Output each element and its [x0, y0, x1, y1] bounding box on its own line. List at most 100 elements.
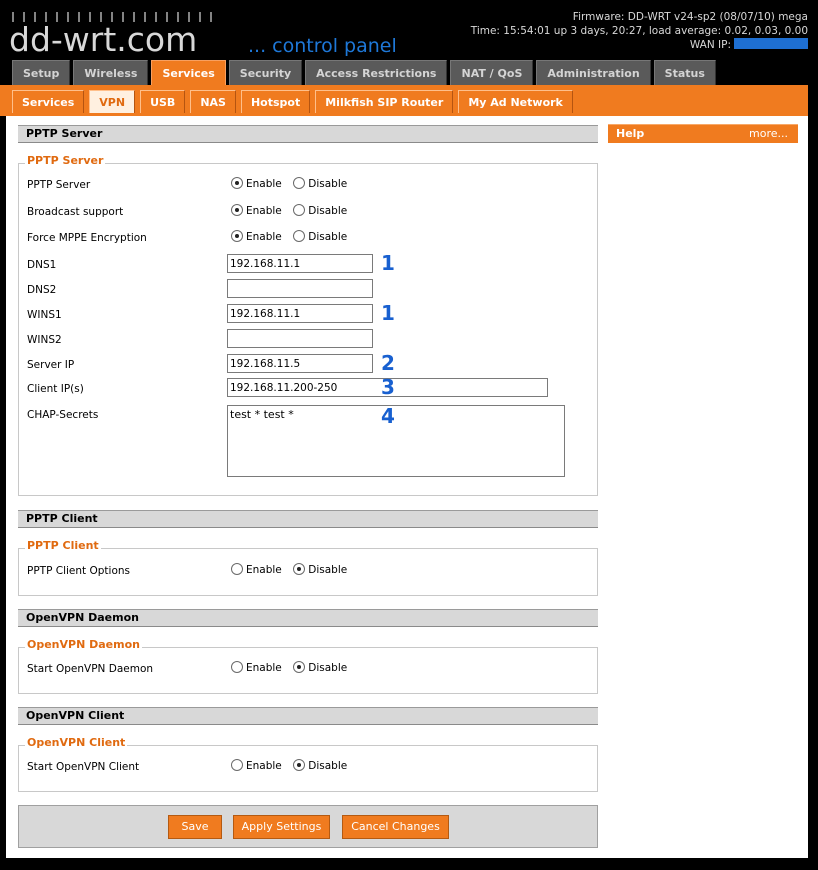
- pptp-server-legend: PPTP Server: [25, 154, 106, 168]
- openvpn-daemon-header: OpenVPN Daemon: [18, 609, 598, 627]
- openvpn-client-label: Start OpenVPN Client: [27, 761, 140, 773]
- openvpn-daemon-fieldset: OpenVPN Daemon Start OpenVPN Daemon Enab…: [18, 638, 598, 694]
- chap-secrets-textarea[interactable]: test * test *: [227, 405, 565, 477]
- help-more-link[interactable]: more...: [749, 125, 788, 142]
- broadcast-support-label: Broadcast support: [27, 206, 124, 218]
- tab-status[interactable]: Status: [653, 60, 716, 85]
- client-ips-label: Client IP(s): [27, 383, 84, 395]
- annotation-1b: 1: [381, 301, 395, 325]
- wins2-label: WINS2: [27, 334, 62, 346]
- broadcast-enable-radio[interactable]: [231, 204, 243, 216]
- disable-label: Disable: [308, 662, 348, 674]
- pptp-client-options-label: PPTP Client Options: [27, 565, 130, 577]
- wins2-input[interactable]: [227, 329, 373, 348]
- openvpn-daemon-disable-radio[interactable]: [293, 661, 306, 673]
- help-title: Help: [616, 127, 645, 140]
- disable-label: Disable: [308, 231, 348, 243]
- annotation-3: 3: [381, 375, 395, 399]
- mppe-enable-radio[interactable]: [231, 230, 243, 242]
- annotation-4: 4: [381, 404, 395, 428]
- subtab-usb[interactable]: USB: [140, 90, 186, 113]
- wan-ip-value: [734, 38, 808, 49]
- pptp-client-header: PPTP Client: [18, 510, 598, 528]
- enable-label: Enable: [246, 662, 282, 674]
- pptp-server-row: PPTP Server Enable Disable: [27, 177, 587, 195]
- header: dd-wrt.com ... control panel Firmware: D…: [0, 0, 818, 62]
- disable-label: Disable: [308, 205, 348, 217]
- subtab-nas[interactable]: NAS: [190, 90, 236, 113]
- button-bar: Save Apply Settings Cancel Changes: [18, 805, 598, 848]
- pptp-client-legend: PPTP Client: [25, 539, 101, 553]
- logo: dd-wrt.com: [9, 20, 198, 59]
- router-info: Firmware: DD-WRT v24-sp2 (08/07/10) mega…: [471, 11, 808, 53]
- pptp-server-disable-radio[interactable]: [293, 177, 306, 189]
- tab-services[interactable]: Services: [151, 60, 226, 88]
- subtab-services[interactable]: Services: [12, 90, 85, 113]
- enable-label: Enable: [246, 205, 282, 217]
- openvpn-client-fieldset: OpenVPN Client Start OpenVPN Client Enab…: [18, 736, 598, 792]
- pptp-client-options-row: PPTP Client Options Enable Disable: [27, 563, 587, 581]
- openvpn-daemon-row: Start OpenVPN Daemon Enable Disable: [27, 661, 587, 679]
- openvpn-daemon-enable-radio[interactable]: [231, 661, 243, 673]
- server-ip-label: Server IP: [27, 359, 75, 371]
- mppe-disable-radio[interactable]: [293, 230, 306, 242]
- cancel-changes-button[interactable]: Cancel Changes: [342, 815, 449, 839]
- main-tabs: Setup Wireless Services Security Access …: [12, 60, 716, 88]
- dns2-label: DNS2: [27, 284, 57, 296]
- broadcast-disable-radio[interactable]: [293, 204, 306, 216]
- enable-label: Enable: [246, 178, 282, 190]
- enable-label: Enable: [246, 760, 282, 772]
- subtab-vpn[interactable]: VPN: [89, 90, 136, 113]
- broadcast-support-row: Broadcast support Enable Disable: [27, 204, 587, 222]
- pptp-client-fieldset: PPTP Client PPTP Client Options Enable D…: [18, 539, 598, 596]
- enable-label: Enable: [246, 564, 282, 576]
- dns1-input[interactable]: 192.168.11.1: [227, 254, 373, 273]
- openvpn-client-row: Start OpenVPN Client Enable Disable: [27, 759, 587, 777]
- openvpn-client-disable-radio[interactable]: [293, 759, 306, 771]
- main-content: PPTP Server PPTP Server PPTP Server Enab…: [6, 116, 808, 858]
- firmware-text: Firmware: DD-WRT v24-sp2 (08/07/10) mega: [572, 11, 808, 23]
- openvpn-daemon-label: Start OpenVPN Daemon: [27, 663, 154, 675]
- subtab-my-ad-network[interactable]: My Ad Network: [458, 90, 573, 113]
- tab-nat-qos[interactable]: NAT / QoS: [450, 60, 534, 85]
- chap-secrets-label: CHAP-Secrets: [27, 409, 99, 421]
- pptp-client-enable-radio[interactable]: [231, 563, 243, 575]
- tab-access-restrictions[interactable]: Access Restrictions: [305, 60, 448, 85]
- annotation-2: 2: [381, 351, 395, 375]
- force-mppe-label: Force MPPE Encryption: [27, 232, 147, 244]
- uptime-text: Time: 15:54:01 up 3 days, 20:27, load av…: [470, 24, 808, 37]
- tab-wireless[interactable]: Wireless: [73, 60, 149, 85]
- tab-security[interactable]: Security: [228, 60, 303, 85]
- pptp-client-disable-radio[interactable]: [293, 563, 306, 575]
- apply-settings-button[interactable]: Apply Settings: [233, 815, 330, 839]
- sub-tabs: Services VPN USB NAS Hotspot Milkfish SI…: [12, 90, 573, 113]
- subtab-hotspot[interactable]: Hotspot: [240, 90, 311, 113]
- server-ip-input[interactable]: 192.168.11.5: [227, 354, 373, 373]
- wan-ip-line: WAN IP:: [471, 38, 808, 53]
- subtab-milkfish[interactable]: Milkfish SIP Router: [315, 90, 454, 113]
- tab-setup[interactable]: Setup: [12, 60, 71, 85]
- wins1-label: WINS1: [27, 309, 62, 321]
- disable-label: Disable: [308, 760, 348, 772]
- tagline: ... control panel: [248, 35, 397, 57]
- force-mppe-row: Force MPPE Encryption Enable Disable: [27, 230, 587, 248]
- disable-label: Disable: [308, 564, 348, 576]
- save-button[interactable]: Save: [168, 815, 222, 839]
- pptp-server-label: PPTP Server: [27, 179, 91, 191]
- tab-administration[interactable]: Administration: [536, 60, 651, 85]
- pptp-server-enable-radio[interactable]: [231, 177, 243, 189]
- openvpn-client-legend: OpenVPN Client: [25, 736, 128, 750]
- openvpn-client-enable-radio[interactable]: [231, 759, 243, 771]
- dns1-label: DNS1: [27, 259, 57, 271]
- disable-label: Disable: [308, 178, 348, 190]
- dns2-input[interactable]: [227, 279, 373, 298]
- pptp-server-header: PPTP Server: [18, 125, 598, 143]
- wins1-input[interactable]: 192.168.11.1: [227, 304, 373, 323]
- pptp-server-fieldset: PPTP Server PPTP Server Enable Disable B…: [18, 154, 598, 496]
- wan-ip-label: WAN IP:: [689, 39, 731, 51]
- enable-label: Enable: [246, 231, 282, 243]
- openvpn-client-header: OpenVPN Client: [18, 707, 598, 725]
- openvpn-daemon-legend: OpenVPN Daemon: [25, 638, 142, 652]
- help-box: Help more...: [608, 124, 798, 143]
- annotation-1: 1: [381, 251, 395, 275]
